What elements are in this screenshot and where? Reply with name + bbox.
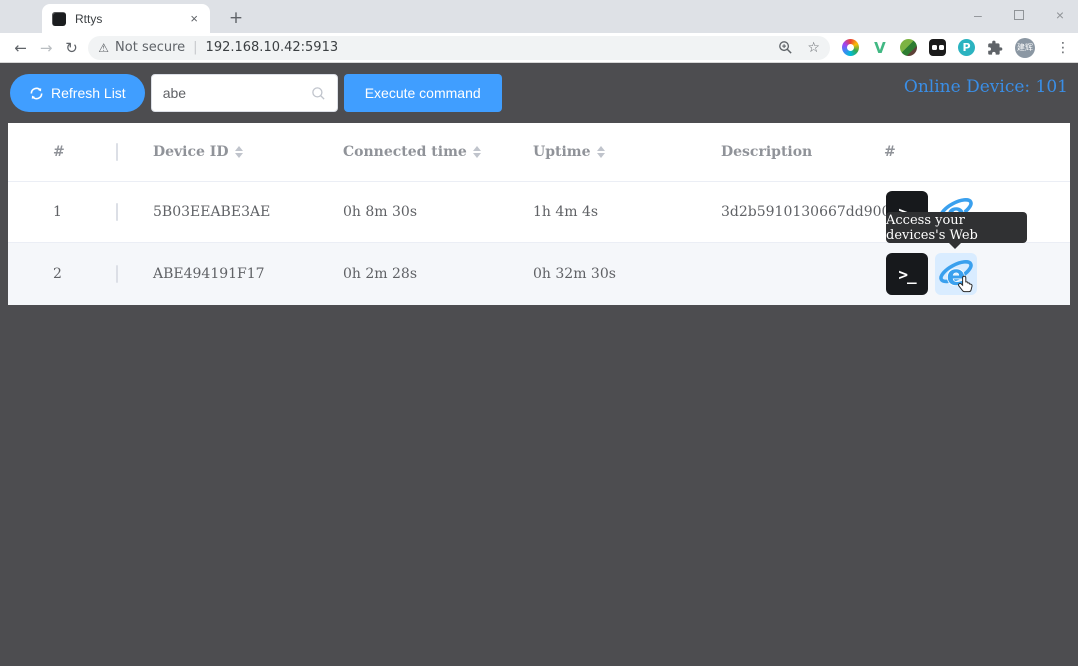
tab-close-icon[interactable]: × xyxy=(188,10,200,27)
device-search-box[interactable] xyxy=(151,74,338,112)
pinbox-extension-icon[interactable]: P xyxy=(958,39,975,56)
device-search-input[interactable] xyxy=(163,85,311,101)
tooltip-text: Access your devices's Web xyxy=(886,213,1027,243)
row-checkbox[interactable] xyxy=(116,265,118,283)
vue-devtools-icon[interactable]: V xyxy=(871,39,889,57)
tooltip-arrow xyxy=(949,243,961,255)
sort-icon[interactable] xyxy=(235,146,243,158)
new-tab-button[interactable]: + xyxy=(224,8,248,28)
back-icon[interactable]: ← xyxy=(8,39,33,57)
forward-icon[interactable]: → xyxy=(33,39,58,57)
security-label[interactable]: Not secure xyxy=(115,40,185,55)
not-secure-warning-icon: ⚠ xyxy=(98,41,109,55)
zoom-icon[interactable] xyxy=(778,40,793,55)
device-id-cell: 5B03EEABE3AE xyxy=(153,204,343,220)
profile-avatar[interactable]: 建辉 xyxy=(1015,38,1035,58)
table-header-row: # Device ID Connected time Uptime Descri… xyxy=(8,123,1070,182)
reload-icon[interactable]: ↻ xyxy=(59,39,84,57)
device-table: # Device ID Connected time Uptime Descri… xyxy=(8,123,1070,305)
site-favicon xyxy=(52,12,66,26)
refresh-list-label: Refresh List xyxy=(51,85,126,101)
downloader-globe-icon[interactable] xyxy=(900,39,918,57)
terminal-button[interactable]: >_ xyxy=(886,253,928,295)
app-toolbar: Refresh List Execute command Online Devi… xyxy=(0,63,1078,123)
extensions-puzzle-icon[interactable] xyxy=(986,39,1004,57)
row-index: 2 xyxy=(8,266,106,282)
device-id-cell: ABE494191F17 xyxy=(153,266,343,282)
window-controls: – × xyxy=(974,7,1064,23)
minimize-icon[interactable]: – xyxy=(974,7,982,23)
extensions-bar: V P 建辉 ⋮ xyxy=(842,38,1070,58)
refresh-icon xyxy=(29,86,44,101)
window-close-icon[interactable]: × xyxy=(1056,7,1064,23)
sort-icon[interactable] xyxy=(473,146,481,158)
connected-time-cell: 0h 2m 28s xyxy=(343,266,533,282)
url-text[interactable]: 192.168.10.42:5913 xyxy=(206,40,779,55)
address-divider: | xyxy=(193,40,197,55)
web-access-button[interactable]: e xyxy=(935,253,977,295)
uptime-cell: 1h 4m 4s xyxy=(533,204,721,220)
tab-title: Rttys xyxy=(75,12,188,26)
tooltip: Access your devices's Web xyxy=(886,212,1027,243)
header-actions: # xyxy=(884,144,1070,160)
online-device-count: Online Device: 101 xyxy=(904,77,1068,97)
refresh-list-button[interactable]: Refresh List xyxy=(10,74,145,112)
connected-time-cell: 0h 8m 30s xyxy=(343,204,533,220)
header-uptime[interactable]: Uptime xyxy=(533,144,721,160)
browser-menu-icon[interactable]: ⋮ xyxy=(1056,40,1070,56)
header-device-id[interactable]: Device ID xyxy=(153,144,343,160)
search-icon xyxy=(311,86,326,101)
hand-cursor-icon xyxy=(958,275,975,294)
header-connected-time[interactable]: Connected time xyxy=(343,144,533,160)
colorwheel-extension-icon[interactable] xyxy=(842,39,860,57)
table-row: 2 ABE494191F17 0h 2m 28s 0h 32m 30s >_ e xyxy=(8,243,1070,305)
address-bar[interactable]: ⚠ Not secure | 192.168.10.42:5913 ☆ xyxy=(88,36,830,60)
row-checkbox[interactable] xyxy=(116,203,118,221)
sort-icon[interactable] xyxy=(597,146,605,158)
description-cell: 3d2b5910130667dd900c xyxy=(721,204,884,220)
maximize-icon[interactable] xyxy=(1014,10,1024,20)
browser-toolbar: ← → ↻ ⚠ Not secure | 192.168.10.42:5913 … xyxy=(0,33,1078,63)
row-index: 1 xyxy=(8,204,106,220)
bookmark-star-icon[interactable]: ☆ xyxy=(807,40,820,56)
tampermonkey-icon[interactable] xyxy=(929,39,947,57)
header-index: # xyxy=(8,144,106,160)
browser-tab-strip: Rttys × + – × xyxy=(0,0,1078,33)
execute-command-button[interactable]: Execute command xyxy=(344,74,502,112)
select-all-checkbox[interactable] xyxy=(116,143,118,161)
uptime-cell: 0h 32m 30s xyxy=(533,266,721,282)
header-description: Description xyxy=(721,144,884,160)
browser-tab[interactable]: Rttys × xyxy=(42,4,210,33)
